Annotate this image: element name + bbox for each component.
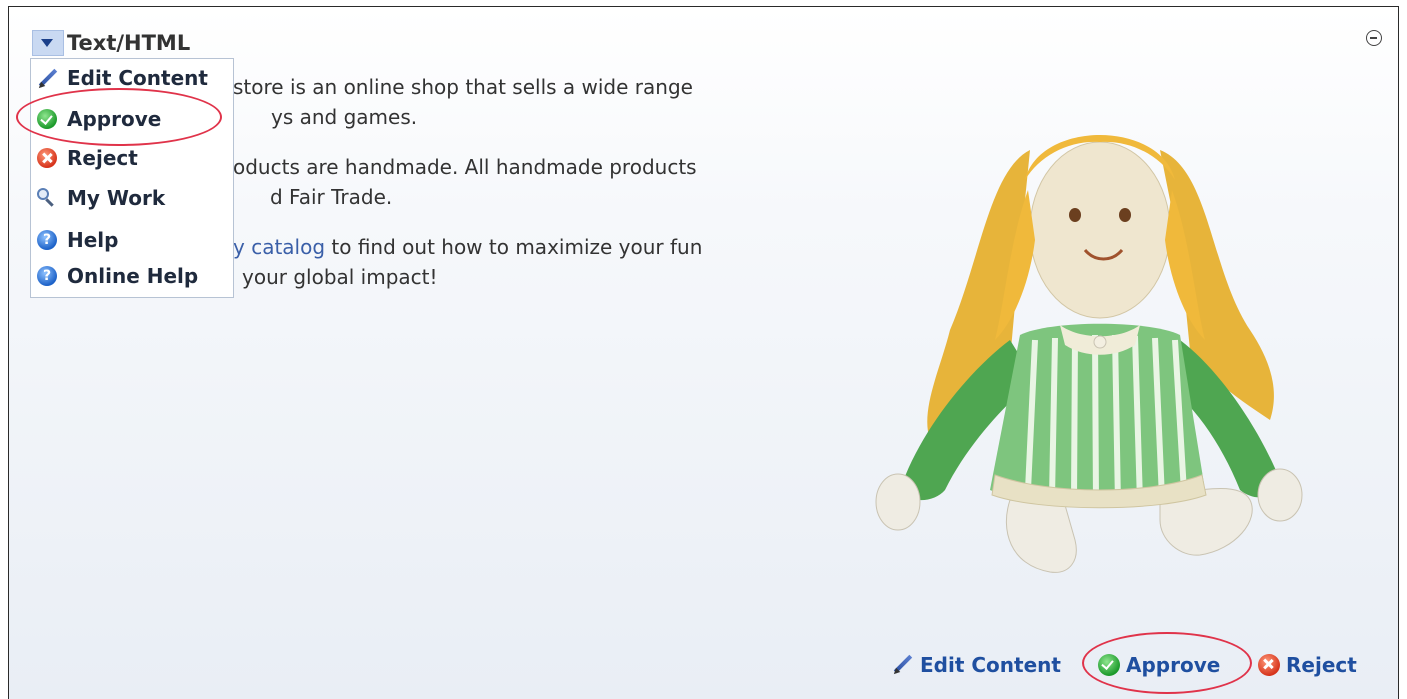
toy-catalog-link[interactable]: y catalog <box>233 235 325 259</box>
footer-edit-content-button[interactable]: Edit Content <box>892 648 1061 682</box>
body-line-1: store is an online shop that sells a wid… <box>233 75 693 99</box>
body-line-6: your global impact! <box>242 265 438 289</box>
magnifier-icon <box>37 188 57 208</box>
collapse-icon[interactable] <box>1366 30 1382 46</box>
widget-menu-toggle[interactable] <box>32 30 64 56</box>
footer-approve-highlight-ellipse <box>1082 632 1252 694</box>
body-line-2: ys and games. <box>271 105 418 129</box>
dropdown-triangle-icon <box>41 39 53 47</box>
body-line-4: d Fair Trade. <box>270 185 393 209</box>
menu-item-label: Online Help <box>67 264 199 288</box>
reject-x-icon <box>1258 654 1280 676</box>
menu-item-online-help[interactable]: Online Help <box>31 259 198 293</box>
reject-x-icon <box>37 148 57 168</box>
approve-highlight-ellipse <box>16 88 222 146</box>
widget-title: Text/HTML <box>67 31 191 55</box>
footer-edit-label: Edit Content <box>920 653 1061 677</box>
menu-item-label: Help <box>67 228 119 252</box>
footer-reject-label: Reject <box>1286 653 1357 677</box>
menu-item-label: My Work <box>67 186 166 210</box>
rag-doll-image <box>875 135 1303 573</box>
footer-reject-button[interactable]: Reject <box>1258 648 1357 682</box>
body-line-5-rest: to find out how to maximize your fun <box>325 235 703 259</box>
menu-item-reject[interactable]: Reject <box>31 141 138 175</box>
body-line-3: oducts are handmade. All handmade produc… <box>233 155 697 179</box>
menu-item-my-work[interactable]: My Work <box>31 181 165 215</box>
menu-item-help[interactable]: Help <box>31 223 118 257</box>
menu-item-label: Edit Content <box>67 66 208 90</box>
help-icon <box>37 230 57 250</box>
help-icon <box>37 266 57 286</box>
pencil-icon <box>892 654 914 676</box>
pencil-icon <box>37 68 57 88</box>
menu-item-label: Reject <box>67 146 138 170</box>
